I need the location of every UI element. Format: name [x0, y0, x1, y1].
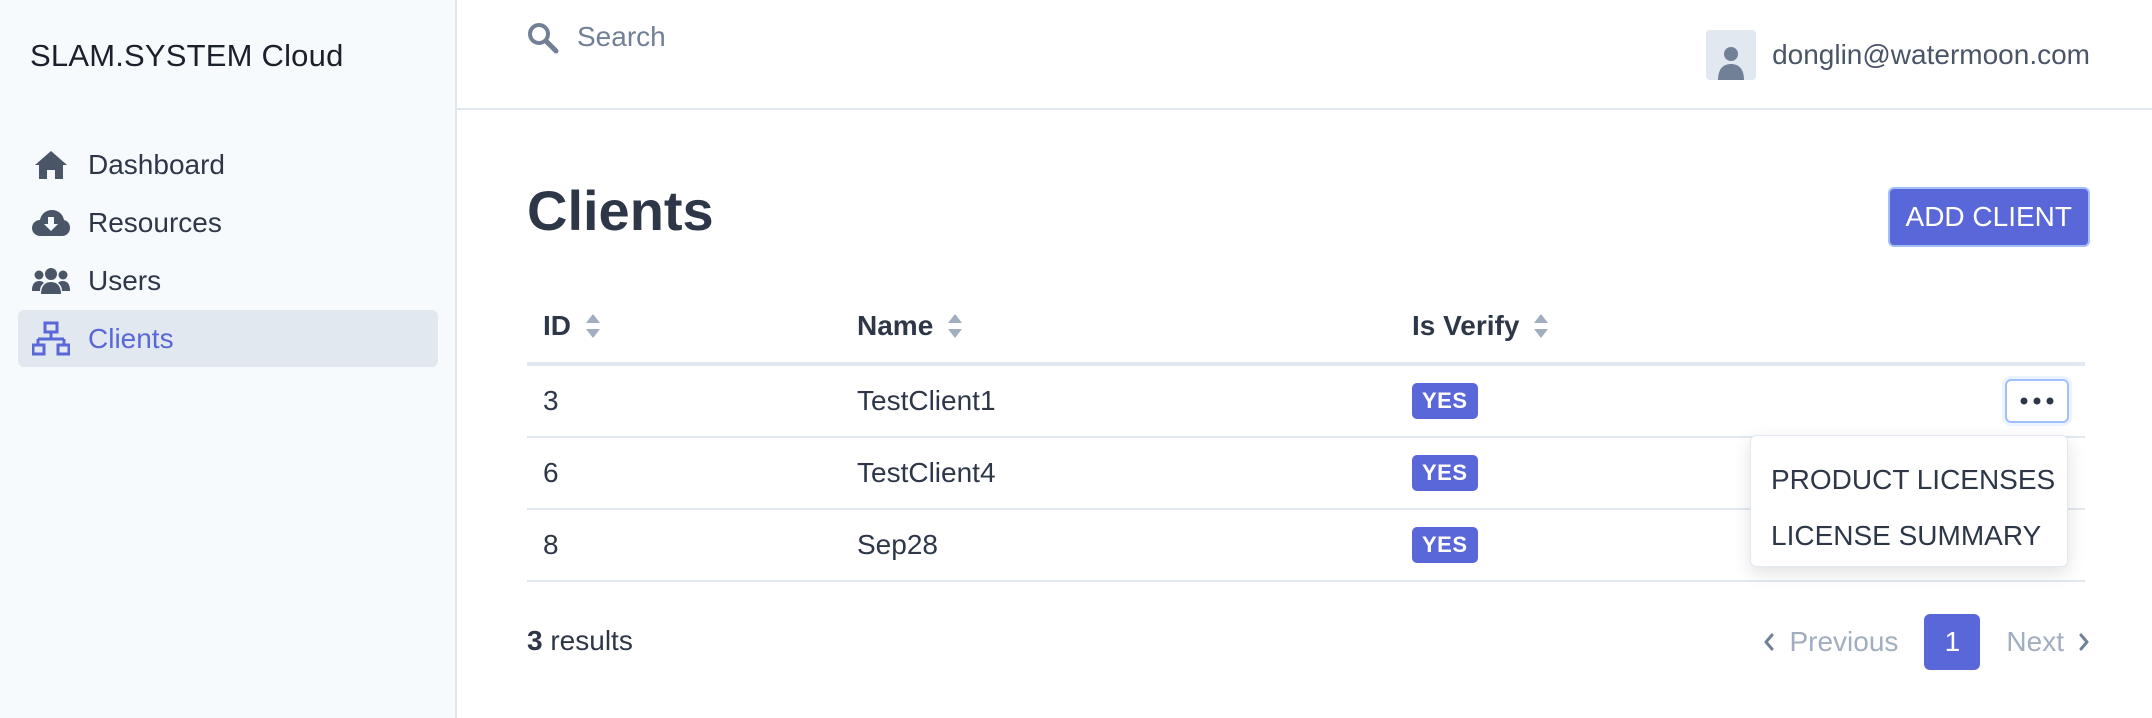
sidebar-item-label: Users [88, 264, 162, 296]
results-count: 3 results [527, 625, 633, 657]
sidebar-item-label: Dashboard [88, 148, 225, 180]
network-icon [30, 318, 72, 360]
pagination: Previous 1 Next [1763, 614, 2090, 670]
previous-page-link[interactable]: Previous [1763, 626, 1898, 658]
row-actions-button[interactable] [2005, 379, 2069, 423]
column-header-name[interactable]: Name [857, 310, 1412, 342]
next-label: Next [2006, 626, 2064, 657]
results-number: 3 [527, 625, 543, 656]
sidebar-item-dashboard[interactable]: Dashboard [18, 136, 438, 193]
results-label: results [550, 625, 633, 656]
cell-id: 8 [543, 529, 559, 560]
sidebar-item-label: Clients [88, 322, 174, 354]
user-menu[interactable]: donglin@watermoon.com [1706, 30, 2090, 80]
cell-id: 6 [543, 457, 559, 488]
sidebar-item-resources[interactable]: Resources [18, 194, 438, 251]
page-number-button[interactable]: 1 [1924, 614, 1981, 670]
brand-title: SLAM.SYSTEM Cloud [30, 38, 344, 73]
verify-badge: YES [1412, 455, 1478, 491]
page-title: Clients [527, 179, 714, 242]
column-header-id[interactable]: ID [527, 310, 857, 342]
table-row: 3 TestClient1 YES [527, 366, 2085, 438]
cloud-download-icon [30, 202, 72, 244]
sort-icon [1534, 314, 1549, 338]
cell-name: TestClient1 [857, 385, 996, 416]
cell-id: 3 [543, 385, 559, 416]
next-page-link[interactable]: Next [2006, 626, 2090, 658]
user-email: donglin@watermoon.com [1772, 39, 2090, 70]
sidebar: SLAM.SYSTEM Cloud Dashboard Resources Us… [0, 0, 457, 718]
previous-label: Previous [1789, 626, 1899, 657]
main-content: donglin@watermoon.com Clients ADD CLIENT… [457, 0, 2152, 718]
search-input[interactable] [577, 16, 1077, 58]
avatar [1706, 30, 1757, 80]
users-icon [30, 260, 72, 302]
menu-item-product-licenses[interactable]: PRODUCT LICENSES [1751, 452, 2067, 508]
more-horizontal-icon [2020, 397, 2054, 405]
chevron-right-icon [2079, 633, 2089, 651]
chevron-left-icon [1764, 633, 1774, 651]
add-client-button[interactable]: ADD CLIENT [1887, 187, 2090, 247]
cell-name: Sep28 [857, 529, 938, 560]
verify-badge: YES [1412, 383, 1478, 419]
sort-icon [586, 314, 600, 338]
search-icon [527, 22, 559, 54]
sidebar-item-users[interactable]: Users [18, 252, 438, 309]
column-header-is-verify[interactable]: Is Verify [1412, 310, 1972, 342]
verify-badge: YES [1412, 527, 1478, 563]
sidebar-item-clients[interactable]: Clients [18, 310, 438, 367]
cell-name: TestClient4 [857, 457, 996, 488]
menu-item-license-summary[interactable]: LICENSE SUMMARY [1751, 508, 2067, 564]
top-bar: donglin@watermoon.com [457, 0, 2152, 110]
sidebar-nav: Dashboard Resources Users Clients [18, 136, 438, 368]
cell-actions [1972, 379, 2085, 423]
sort-icon [948, 314, 963, 338]
table-header: ID Name Is Verify [527, 290, 2085, 366]
app: SLAM.SYSTEM Cloud Dashboard Resources Us… [0, 0, 2152, 718]
row-actions-dropdown: PRODUCT LICENSES LICENSE SUMMARY [1750, 435, 2068, 567]
cell-verify: YES [1412, 383, 1972, 419]
sidebar-item-label: Resources [88, 206, 222, 238]
home-icon [30, 144, 72, 186]
